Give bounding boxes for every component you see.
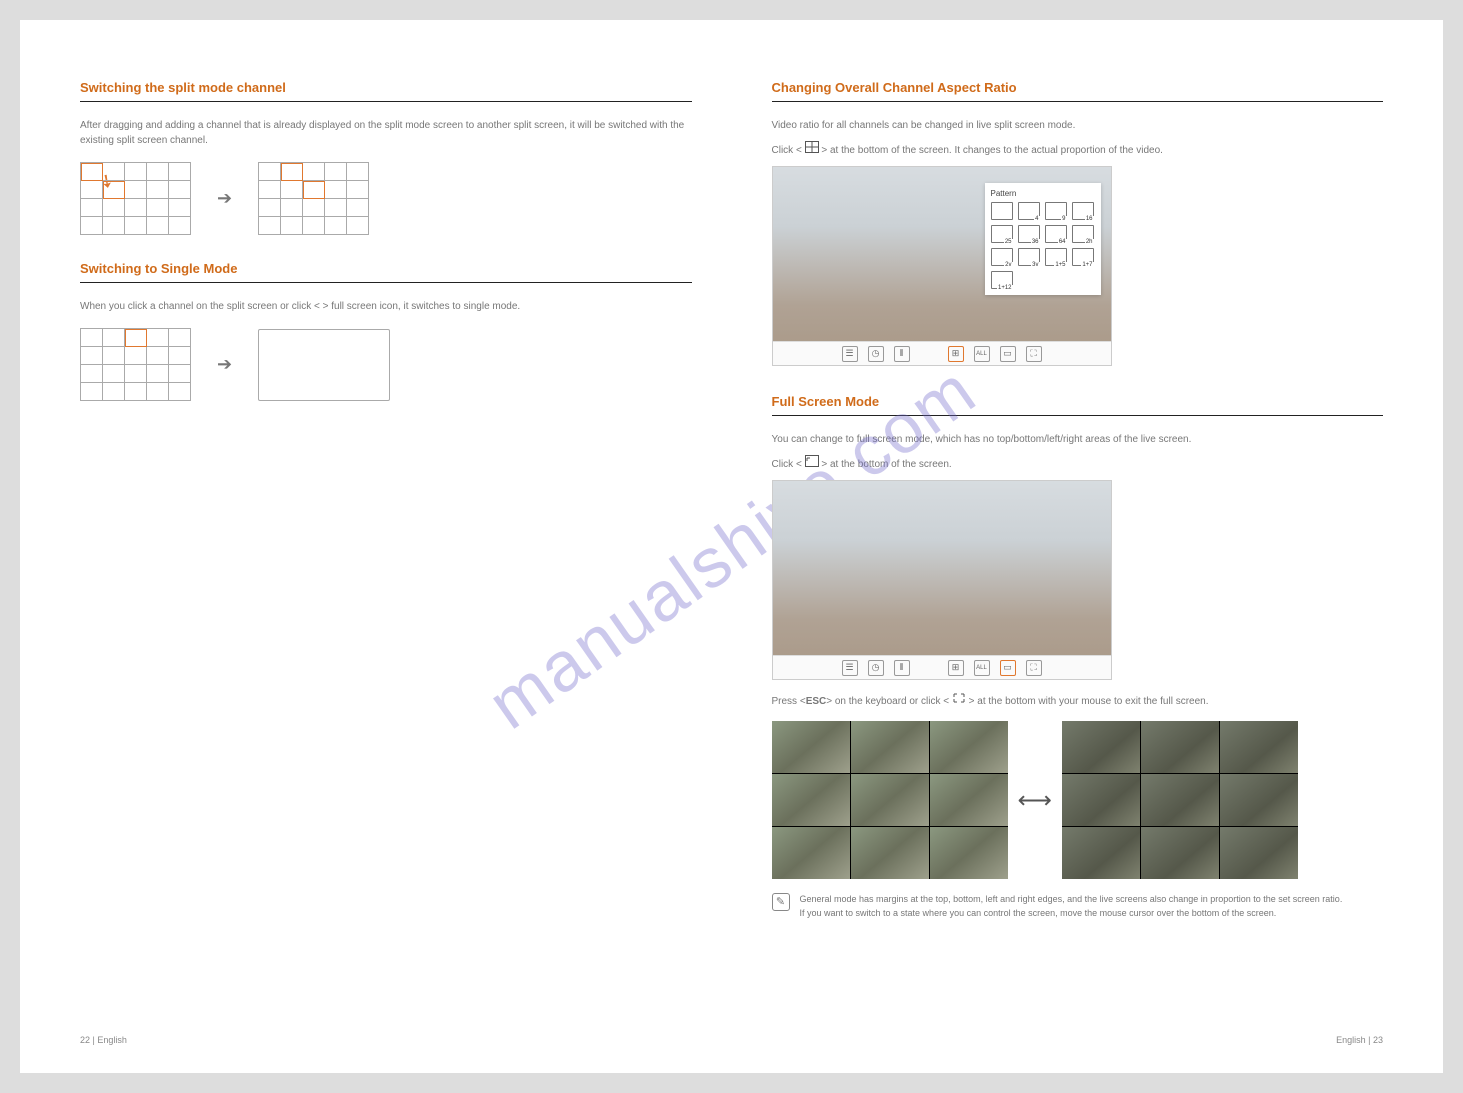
chart-icon[interactable]: ⫴ — [894, 346, 910, 362]
pattern-16[interactable]: 16 — [1072, 202, 1094, 220]
section-desc-single-mode: When you click a channel on the split sc… — [80, 299, 692, 314]
full-line1: You can change to full screen mode, whic… — [772, 432, 1384, 447]
footer-right: English | 23 — [1336, 1035, 1383, 1045]
chart-icon[interactable]: ⫴ — [894, 660, 910, 676]
note-2: If you want to switch to a state where y… — [800, 907, 1343, 921]
pattern-9[interactable]: 9 — [1045, 202, 1067, 220]
notes-text: General mode has margins at the top, bot… — [800, 893, 1343, 920]
thumb-grid-normal — [772, 721, 1008, 879]
grid-before: ➘ — [80, 162, 191, 235]
pattern-4[interactable]: 4 — [1018, 202, 1040, 220]
fullscreen-icon[interactable]: ⛶ — [1026, 660, 1042, 676]
aspect-icon-inline — [805, 459, 822, 470]
aspect-line1: Video ratio for all channels can be chan… — [772, 118, 1384, 133]
pattern-64[interactable]: 64 — [1045, 225, 1067, 243]
fullscreen-compare: ⟷ — [772, 721, 1384, 879]
notes-block: ✎ General mode has margins at the top, b… — [772, 893, 1384, 920]
diagram-switch-split: ➘ ➔ — [80, 162, 692, 235]
grid-icon — [805, 145, 822, 156]
list-icon[interactable]: ☰ — [842, 346, 858, 362]
full-line2: Click < > at the bottom of the screen. — [772, 455, 1384, 472]
section-title-single-mode: Switching to Single Mode — [80, 261, 692, 283]
clock-icon[interactable]: ◷ — [868, 346, 884, 362]
toolbar-group-left-2: ☰ ◷ ⫴ — [842, 660, 910, 676]
note-icon: ✎ — [772, 893, 790, 911]
toolbar-group-right-2: ⊞ ALL ▭ ⛶ — [948, 660, 1042, 676]
aspect-line2: Click < > at the bottom of the screen. I… — [772, 141, 1384, 158]
arrow-right-icon-2: ➔ — [217, 354, 232, 375]
pattern-25[interactable]: 25 — [991, 225, 1013, 243]
screenshot-toolbar: ☰ ◷ ⫴ ⊞ ALL ▭ ⛶ — [773, 341, 1111, 365]
list-icon[interactable]: ☰ — [842, 660, 858, 676]
screenshot-aspect: Pattern 4 9 16 25 36 64 2h 2v 3v 1+5 1+7… — [772, 166, 1112, 366]
grid-icon[interactable]: ⊞ — [948, 660, 964, 676]
pattern-1-5[interactable]: 1+5 — [1045, 248, 1067, 266]
section-title-fullscreen: Full Screen Mode — [772, 394, 1384, 416]
footer-left: 22 | English — [80, 1035, 127, 1045]
clock-icon[interactable]: ◷ — [868, 660, 884, 676]
pattern-2v[interactable]: 2v — [991, 248, 1013, 266]
toolbar-group-left: ☰ ◷ ⫴ — [842, 346, 910, 362]
pattern-1[interactable] — [991, 202, 1013, 220]
left-column: Switching the split mode channel After d… — [80, 80, 732, 1043]
pattern-1-12[interactable]: 1+12 — [991, 271, 1013, 289]
arrow-right-icon: ➔ — [217, 188, 232, 209]
full-line3: Press <ESC> on the keyboard or click < >… — [772, 692, 1384, 709]
screenshot-toolbar-2: ☰ ◷ ⫴ ⊞ ALL ▭ ⛶ — [773, 655, 1111, 679]
fullscreen-icon[interactable]: ⛶ — [1026, 346, 1042, 362]
fullscreen-exit-icon — [952, 696, 969, 707]
all-icon[interactable]: ALL — [974, 660, 990, 676]
pattern-1-7[interactable]: 1+7 — [1072, 248, 1094, 266]
toolbar-group-right: ⊞ ALL ▭ ⛶ — [948, 346, 1042, 362]
pattern-popup-title: Pattern — [991, 189, 1095, 198]
manual-page: manualshive.com Switching the split mode… — [20, 20, 1443, 1073]
thumb-grid-full — [1062, 721, 1298, 879]
pattern-2h[interactable]: 2h — [1072, 225, 1094, 243]
screenshot-fullscreen: ☰ ◷ ⫴ ⊞ ALL ▭ ⛶ — [772, 480, 1112, 680]
single-rect — [258, 329, 390, 401]
grid-icon[interactable]: ⊞ — [948, 346, 964, 362]
grid-single-before — [80, 328, 191, 401]
pattern-grid: 4 9 16 25 36 64 2h 2v 3v 1+5 1+7 1+12 — [991, 202, 1095, 289]
swap-arrow-icon: ⟷ — [1018, 786, 1052, 815]
pattern-36[interactable]: 36 — [1018, 225, 1040, 243]
diagram-single-mode: ➔ — [80, 328, 692, 401]
pattern-3v[interactable]: 3v — [1018, 248, 1040, 266]
aspect-icon[interactable]: ▭ — [1000, 660, 1016, 676]
all-icon[interactable]: ALL — [974, 346, 990, 362]
section-desc-switch-split: After dragging and adding a channel that… — [80, 118, 692, 148]
pattern-popup: Pattern 4 9 16 25 36 64 2h 2v 3v 1+5 1+7… — [985, 183, 1101, 295]
right-column: Changing Overall Channel Aspect Ratio Vi… — [732, 80, 1384, 1043]
section-title-switch-split: Switching the split mode channel — [80, 80, 692, 102]
section-title-aspect: Changing Overall Channel Aspect Ratio — [772, 80, 1384, 102]
grid-after — [258, 162, 369, 235]
note-1: General mode has margins at the top, bot… — [800, 893, 1343, 907]
aspect-icon[interactable]: ▭ — [1000, 346, 1016, 362]
